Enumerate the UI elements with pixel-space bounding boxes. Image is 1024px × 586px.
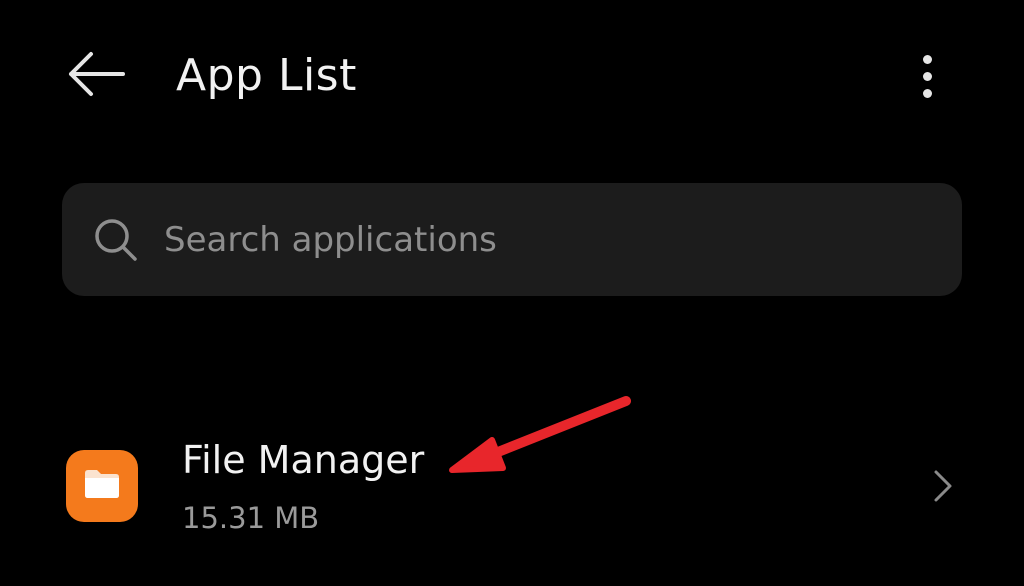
app-icon xyxy=(66,450,138,522)
arrow-left-icon xyxy=(65,50,127,102)
app-bar: App List xyxy=(0,0,1024,150)
more-vertical-icon xyxy=(922,54,932,64)
more-vertical-icon-dot xyxy=(922,88,932,98)
more-vertical-icon-dot xyxy=(922,71,932,81)
search-bar[interactable] xyxy=(62,183,962,296)
list-item[interactable]: File Manager 15.31 MB xyxy=(0,418,1024,558)
page-title: App List xyxy=(176,50,357,101)
more-options-button[interactable] xyxy=(902,44,952,108)
back-button[interactable] xyxy=(56,44,136,108)
search-icon xyxy=(90,214,142,266)
chevron-right-icon xyxy=(928,464,958,508)
app-name: File Manager xyxy=(182,438,425,482)
search-input[interactable] xyxy=(164,219,924,260)
folder-icon xyxy=(82,467,122,505)
app-size: 15.31 MB xyxy=(182,501,320,535)
